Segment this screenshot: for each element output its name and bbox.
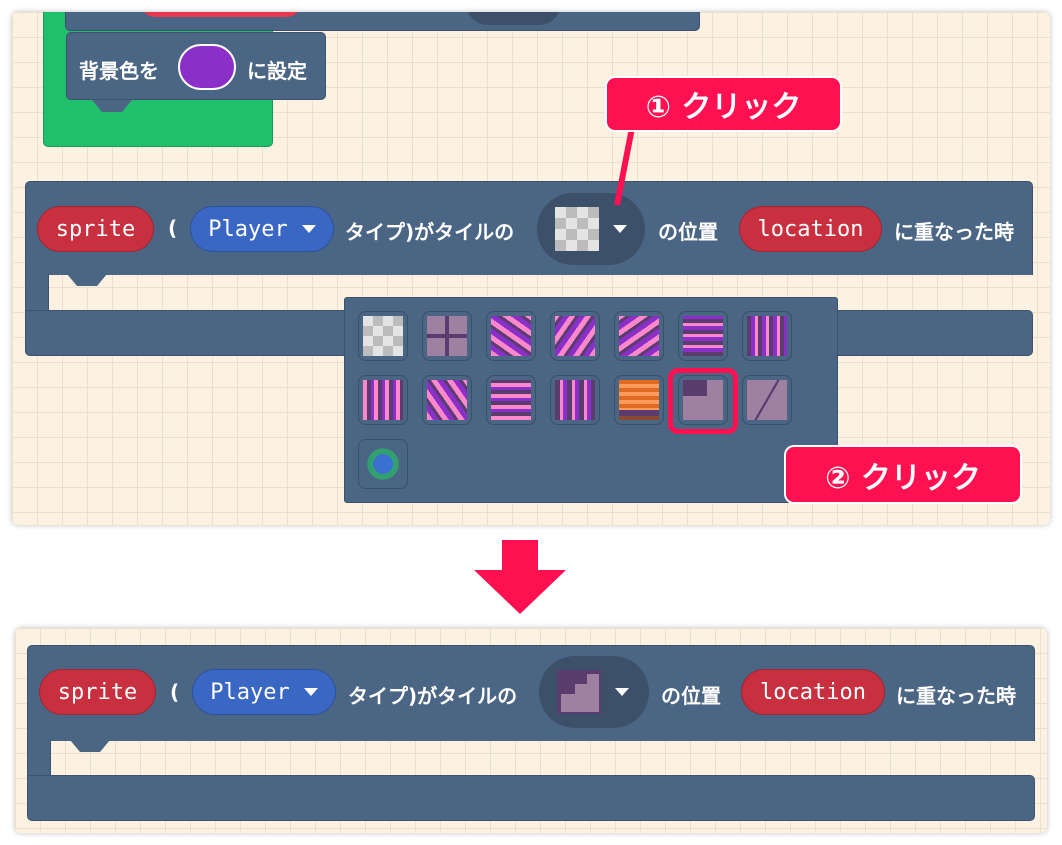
tile-option-purple-brick-diag-2[interactable] — [550, 311, 600, 361]
tile-option-globe[interactable] — [358, 439, 408, 489]
purple-brick-diag-3-tile-icon — [619, 316, 659, 356]
tile-option-purple-brick-diag-4[interactable] — [422, 375, 472, 425]
globe-tile-icon — [363, 444, 403, 484]
purple-brick-horizontal-2-tile-icon — [491, 380, 531, 420]
purple-brick-vertical-3-tile-icon — [555, 380, 595, 420]
tile-option-purple-brick-horizontal-2[interactable] — [486, 375, 536, 425]
purple-brick-diag-2-tile-icon — [555, 316, 595, 356]
purple-brick-horizontal-tile-icon — [683, 316, 723, 356]
block-bottom — [27, 775, 1035, 821]
workspace-bottom: sprite ( Player タイプ)がタイルの の位置 location に… — [15, 628, 1047, 833]
tile-option-purple-brick-vertical-2[interactable] — [358, 375, 408, 425]
label-text1: タイプ)がタイルの — [348, 684, 518, 708]
kind-label: Player — [210, 679, 290, 705]
chevron-down-icon — [303, 688, 318, 696]
purple-brick-diag-4-tile-icon — [427, 380, 467, 420]
statement-notch — [70, 740, 110, 752]
tile-option-purple-brick-vertical-3[interactable] — [550, 375, 600, 425]
arrow-down-icon — [474, 540, 566, 614]
tile-option-purple-brick-vertical[interactable] — [742, 311, 792, 361]
purple-brick-vertical-2-tile-icon — [363, 380, 403, 420]
chevron-down-icon — [615, 688, 629, 696]
tile-option-transparent[interactable] — [358, 311, 408, 361]
sprite-variable[interactable]: sprite — [39, 669, 156, 715]
block-arm — [27, 740, 51, 776]
tile-picker-menu — [344, 297, 838, 503]
tile-option-purple-brick-diag-1[interactable] — [486, 311, 536, 361]
highlight-box — [668, 368, 738, 434]
tile-option-purple-brick-diag-3[interactable] — [614, 311, 664, 361]
tile-option-cracked-stone[interactable] — [742, 375, 792, 425]
purple-brick-diag-1-tile-icon — [491, 316, 531, 356]
paren: ( — [170, 680, 180, 704]
purple-brick-vertical-tile-icon — [747, 316, 787, 356]
stone-cross-tile-icon — [427, 316, 467, 356]
stairs-tile-icon — [557, 670, 601, 714]
location-variable[interactable]: location — [741, 669, 885, 715]
cracked-stone-tile-icon — [747, 380, 787, 420]
label-text2: の位置 — [661, 684, 721, 708]
callout-step1: ① クリック — [607, 78, 840, 130]
tile-dropdown[interactable] — [539, 656, 649, 728]
kind-dropdown[interactable]: Player — [192, 669, 336, 715]
tile-option-orange-chest[interactable] — [614, 375, 664, 425]
tile-option-stone-cross[interactable] — [422, 311, 472, 361]
tile-option-purple-brick-horizontal[interactable] — [678, 311, 728, 361]
orange-chest-tile-icon — [619, 380, 659, 420]
transparent-tile-icon — [363, 316, 403, 356]
callout-step2: ② クリック — [786, 447, 1020, 502]
label-text3: に重なった時 — [896, 684, 1016, 708]
